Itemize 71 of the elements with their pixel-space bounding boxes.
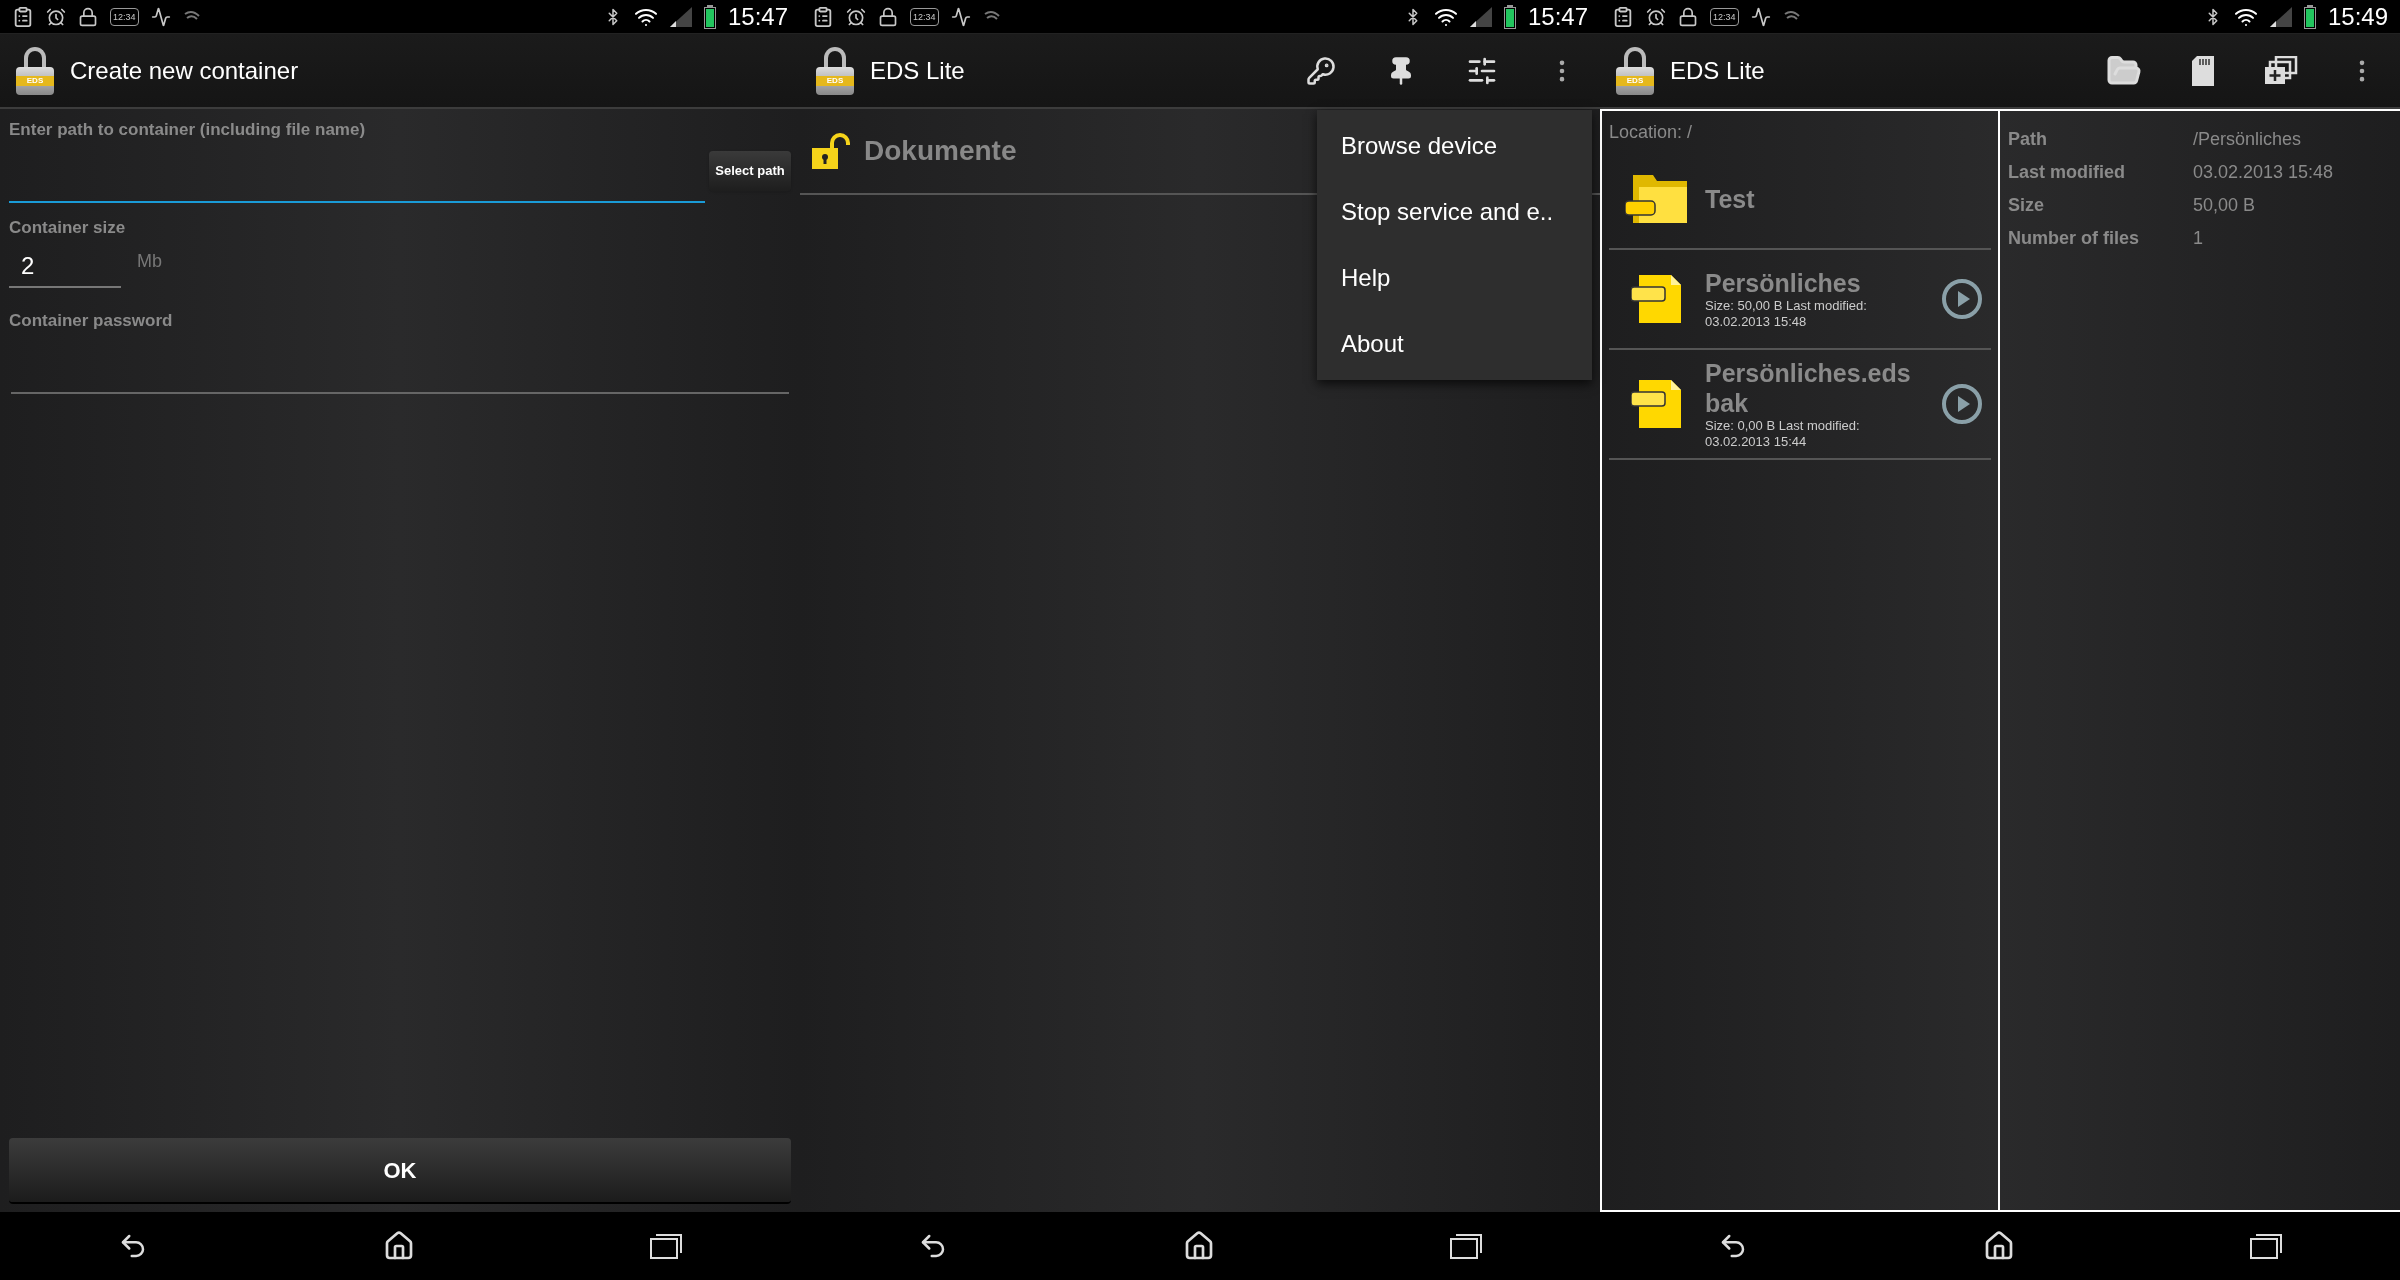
menu-item[interactable]: Help xyxy=(1317,245,1592,311)
home-icon[interactable] xyxy=(383,1230,415,1262)
file-name: Test xyxy=(1705,184,1756,214)
detail-label: Number of files xyxy=(2008,227,2141,250)
file-row[interactable]: Persönliches.edsbak Size: 0,00 B Last modified: 03.02.2013 15:44 xyxy=(1609,350,1991,460)
app-title: EDS Lite xyxy=(1670,55,1766,86)
play-circle-icon[interactable] xyxy=(1941,278,1983,320)
size-input-field[interactable]: 2 xyxy=(9,248,121,288)
unit-label: Mb xyxy=(137,250,162,273)
home-icon[interactable] xyxy=(1983,1230,2015,1262)
file-row[interactable]: Test xyxy=(1609,150,1991,250)
notes-icon xyxy=(812,5,834,28)
field-label: Enter path to container (including file name) xyxy=(9,119,367,141)
app-title: EDS Lite xyxy=(870,55,966,86)
home-icon[interactable] xyxy=(1183,1230,1215,1262)
alarm-icon xyxy=(846,6,866,27)
notes-icon xyxy=(1612,5,1634,28)
detail-label: Path xyxy=(2008,128,2048,151)
recent-apps-icon[interactable] xyxy=(2250,1233,2283,1259)
file-info: Size: 50,00 B Last modified: 03.02.2013 15:48 xyxy=(1705,298,1868,330)
select-path-button[interactable]: Select path xyxy=(709,150,791,191)
app-title: Create new container xyxy=(70,55,300,86)
ok-button[interactable]: OK xyxy=(9,1138,791,1204)
battery-icon xyxy=(2303,4,2316,29)
container-name: Dokumente xyxy=(864,134,1017,168)
notes-icon xyxy=(12,5,34,28)
detail-value: 50,00 B xyxy=(2193,194,2256,217)
battery-icon xyxy=(703,4,716,29)
recent-apps-icon[interactable] xyxy=(650,1233,683,1259)
alarm-icon xyxy=(46,6,66,27)
padlock-logo: EDS xyxy=(16,46,54,95)
file-name: Persönliches xyxy=(1705,268,1862,298)
menu-item[interactable]: Browse device xyxy=(1317,113,1592,179)
clock-widget-icon: 12:34 xyxy=(910,7,939,26)
status-time: 15:49 xyxy=(2327,1,2388,32)
document-stack-icon xyxy=(1631,378,1683,430)
pulse-icon xyxy=(150,6,171,27)
file-info: Size: 0,00 B Last modified: 03.02.2013 15:44 xyxy=(1705,418,1861,450)
folder-icon xyxy=(1625,173,1689,225)
menu-item[interactable]: About xyxy=(1317,311,1592,377)
clock-widget-icon: 12:34 xyxy=(1710,7,1739,26)
document-stack-icon xyxy=(1631,273,1683,325)
clock-widget-icon: 12:34 xyxy=(110,7,139,26)
battery-icon xyxy=(1503,4,1516,29)
alarm-icon xyxy=(1646,6,1666,27)
play-circle-icon[interactable] xyxy=(1941,383,1983,425)
detail-value: 03.02.2013 15:48 xyxy=(2193,161,2334,184)
status-time: 15:47 xyxy=(727,1,788,32)
recent-apps-icon[interactable] xyxy=(1450,1233,1483,1259)
field-label: Container size xyxy=(9,216,127,239)
file-row[interactable]: Persönliches Size: 50,00 B Last modified: 03.02.2013 15:48 xyxy=(1609,250,1991,350)
cell-signal-icon xyxy=(1469,6,1492,27)
status-time: 15:47 xyxy=(1527,1,1588,32)
location-label: Location: / xyxy=(1609,121,1693,144)
pulse-icon xyxy=(1750,6,1771,27)
padlock-icon xyxy=(1678,6,1698,27)
file-name: Persönliches.edsbak xyxy=(1705,358,1912,418)
padlock-icon xyxy=(78,6,98,27)
detail-value: 1 xyxy=(2193,227,2203,250)
padlock-logo: EDS xyxy=(816,46,854,95)
detail-label: Size xyxy=(2008,194,2046,217)
detail-value: /Persönliches xyxy=(2193,128,2302,151)
cell-signal-icon xyxy=(2269,6,2292,27)
sd-card-icon[interactable] xyxy=(2192,55,2214,86)
pulse-icon xyxy=(950,6,971,27)
add-window-icon[interactable] xyxy=(2264,55,2298,86)
padlock-icon xyxy=(878,6,898,27)
padlock-logo: EDS xyxy=(1616,46,1654,95)
cell-signal-icon xyxy=(669,6,692,27)
field-label: Container password xyxy=(9,310,174,332)
detail-label: Last modified xyxy=(2008,161,2126,184)
